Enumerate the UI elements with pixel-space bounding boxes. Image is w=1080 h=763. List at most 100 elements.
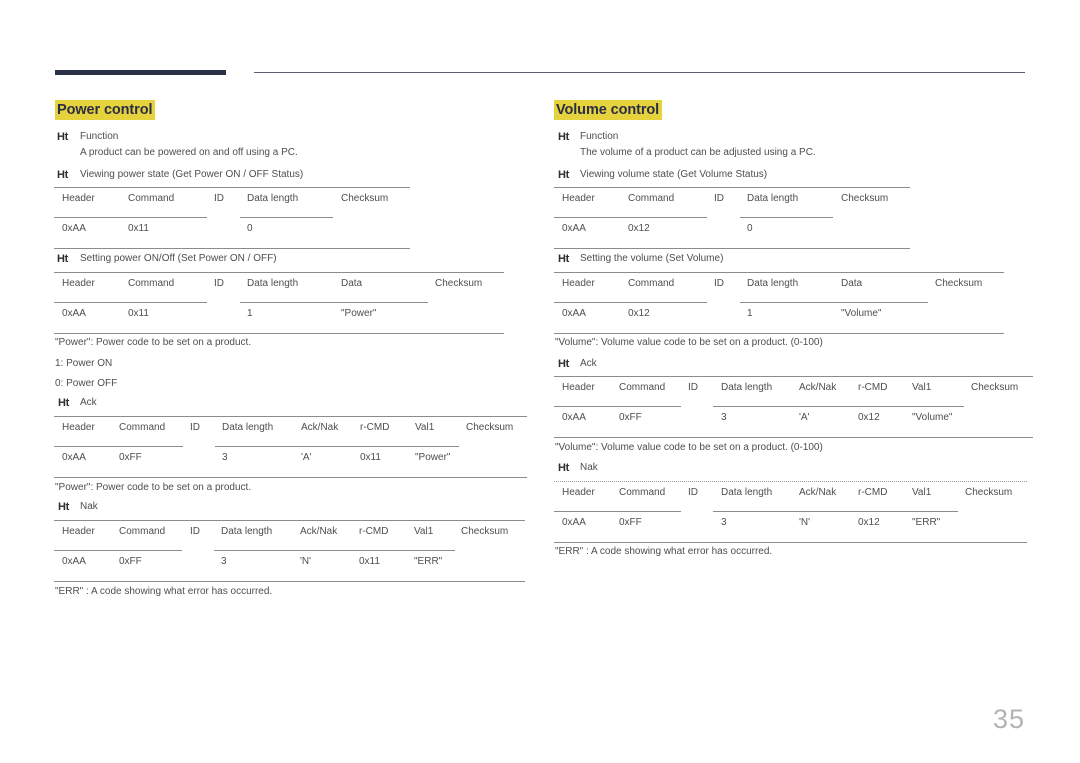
table-data-cell: 1	[747, 308, 753, 319]
table-header-cell: Ack/Nak	[799, 487, 837, 498]
table-header-cell: Data length	[721, 487, 773, 498]
table-header-cell: ID	[190, 422, 200, 433]
table-header-cell: Command	[128, 278, 175, 289]
table-data-cell: 0	[247, 223, 253, 234]
row-divider	[54, 302, 207, 303]
table-data-cell: 1	[247, 308, 253, 319]
table-header-cell: r-CMD	[858, 382, 888, 393]
power-code-note: "Power": Power code to be set on a produ…	[55, 337, 252, 348]
table-bottom-rule	[54, 477, 527, 478]
table-header-cell: ID	[714, 278, 724, 289]
table-data-cell: "Volume"	[841, 308, 882, 319]
set-power-label: Setting power ON/Off (Set Power ON / OFF…	[80, 253, 277, 264]
table-data-cell: 'A'	[799, 412, 810, 423]
table-data-cell: 0x12	[858, 412, 880, 423]
bullet-marker: Ht	[57, 253, 69, 265]
table-bottom-rule	[54, 581, 525, 582]
table-header-cell: Data length	[221, 526, 273, 537]
table-data-cell: "ERR"	[912, 517, 941, 528]
table-header-cell: Val1	[912, 487, 932, 498]
table-header-cell: Command	[119, 422, 166, 433]
bullet-marker: Ht	[58, 397, 70, 409]
power-on-note: 1: Power ON	[55, 358, 113, 369]
table-data-cell: 0x12	[858, 517, 880, 528]
ack-label: Ack	[580, 358, 597, 369]
row-divider	[240, 217, 333, 218]
row-divider	[554, 511, 681, 512]
power-ack-table: Header Command ID Data length Ack/Nak r-CMD Va…	[54, 416, 527, 478]
table-header-cell: Command	[128, 193, 175, 204]
table-data-cell: 'N'	[300, 556, 312, 567]
table-data-cell: 0xFF	[119, 556, 142, 567]
nak-label: Nak	[580, 462, 598, 473]
table-header-cell: Val1	[912, 382, 932, 393]
row-divider	[54, 550, 182, 551]
table-data-cell: 0xAA	[62, 308, 86, 319]
bullet-marker: Ht	[558, 358, 570, 370]
table-header-cell: Checksum	[841, 193, 889, 204]
row-divider	[713, 511, 958, 512]
ack-note: "Volume": Volume value code to be set on…	[555, 442, 823, 453]
bullet-marker: Ht	[558, 169, 570, 181]
table-header-cell: Checksum	[461, 526, 509, 537]
table-header-cell: r-CMD	[359, 526, 389, 537]
table-header-cell: Header	[562, 487, 595, 498]
table-header-cell: Checksum	[435, 278, 483, 289]
table-data-cell: 3	[221, 556, 227, 567]
row-divider	[740, 302, 928, 303]
table-header-cell: Command	[628, 278, 675, 289]
set-volume-label: Setting the volume (Set Volume)	[580, 253, 724, 264]
err-note: "ERR" : A code showing what error has oc…	[555, 546, 773, 557]
set-power-table: Header Command ID Data length Data Checksum 0x…	[54, 272, 504, 334]
table-header-cell: Data length	[747, 193, 799, 204]
volume-ack-table: Header Command ID Data length Ack/Nak r-CMD Va…	[554, 376, 1033, 438]
set-volume-table: Header Command ID Data length Data Checksum 0x…	[554, 272, 1004, 334]
bullet-marker: Ht	[558, 253, 570, 265]
table-data-cell: "ERR"	[414, 556, 443, 567]
table-header-cell: Command	[619, 487, 666, 498]
table-header-cell: Data length	[247, 278, 299, 289]
table-data-cell: 3	[222, 452, 228, 463]
bullet-marker: Ht	[558, 462, 570, 474]
function-description: A product can be powered on and off usin…	[80, 147, 298, 158]
table-header-cell: Data length	[747, 278, 799, 289]
table-bottom-rule	[554, 333, 1004, 334]
ack-note: "Power": Power code to be set on a produ…	[55, 482, 252, 493]
err-note: "ERR" : A code showing what error has oc…	[55, 586, 273, 597]
table-data-cell: 0x11	[128, 308, 149, 319]
table-bottom-rule	[54, 248, 410, 249]
table-header-cell: Val1	[414, 526, 434, 537]
get-status-label: Viewing power state (Get Power ON / OFF …	[80, 169, 304, 180]
table-data-cell: 0xAA	[562, 223, 586, 234]
get-status-label: Viewing volume state (Get Volume Status)	[580, 169, 768, 180]
row-divider	[240, 302, 428, 303]
get-power-status-table: Header Command ID Data length Checksum 0xAA 0x…	[54, 187, 410, 249]
table-data-cell: 3	[721, 412, 727, 423]
table-header-cell: Data	[341, 278, 363, 289]
table-data-cell: 0xAA	[562, 308, 586, 319]
bullet-marker: Ht	[558, 131, 570, 143]
table-header-cell: Checksum	[341, 193, 389, 204]
table-header-cell: Header	[562, 278, 595, 289]
function-label: Function	[80, 131, 119, 142]
table-data-cell: 0	[747, 223, 753, 234]
table-header-cell: ID	[714, 193, 724, 204]
table-data-cell: 0xFF	[619, 517, 642, 528]
table-data-cell: 0x12	[628, 223, 650, 234]
table-data-cell: 0x11	[359, 556, 380, 567]
volume-code-note: "Volume": Volume value code to be set on…	[555, 337, 823, 348]
table-header-cell: Val1	[415, 422, 435, 433]
table-data-cell: 0xFF	[119, 452, 142, 463]
function-label: Function	[580, 131, 619, 142]
table-header-cell: Header	[562, 382, 595, 393]
nak-label: Nak	[80, 501, 98, 512]
table-header-cell: Header	[62, 526, 95, 537]
power-nak-table: Header Command ID Data length Ack/Nak r-CMD Va…	[54, 520, 525, 582]
page-number: 35	[992, 704, 1025, 734]
table-header-cell: Command	[628, 193, 675, 204]
table-data-cell: 0x11	[128, 223, 149, 234]
table-header-cell: Header	[62, 278, 95, 289]
table-header-cell: r-CMD	[360, 422, 390, 433]
section-title: Volume control	[554, 100, 663, 120]
table-data-cell: 'N'	[799, 517, 811, 528]
